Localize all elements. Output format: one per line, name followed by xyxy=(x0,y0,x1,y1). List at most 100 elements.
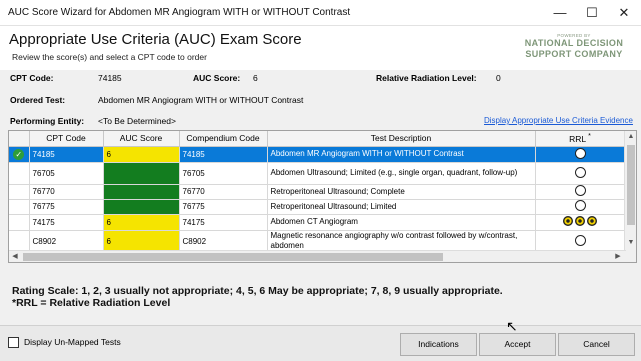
rrl-cell xyxy=(535,146,626,163)
cpt-code-cell: 76705 xyxy=(29,162,104,185)
selector-header xyxy=(9,131,30,147)
rrl-zero-icon xyxy=(574,147,586,159)
rrl-cell xyxy=(535,162,626,185)
logo-line2: SUPPORT COMPANY xyxy=(525,49,623,59)
vertical-scrollbar[interactable]: ▲ ▼ xyxy=(624,131,636,262)
column-header-auc-score[interactable]: AUC Score xyxy=(103,131,180,147)
rrl-label: Relative Radiation Level: xyxy=(376,73,477,83)
row-selector[interactable] xyxy=(9,199,30,215)
rrl-zero-icon xyxy=(574,234,586,246)
maximize-button[interactable]: ☐ xyxy=(576,0,608,26)
scroll-up-icon[interactable]: ▲ xyxy=(625,131,636,143)
compendium-code-cell: 76705 xyxy=(179,162,268,185)
cpt-code-cell: 74185 xyxy=(29,146,104,163)
column-header-description[interactable]: Test Description xyxy=(267,131,536,147)
indications-button[interactable]: Indications xyxy=(400,333,477,356)
table-row[interactable]: 74175 6 74175 Abdomen CT Angiogram xyxy=(9,214,626,231)
selected-check-icon: ✓ xyxy=(13,148,25,160)
column-header-rrl[interactable]: RRL * xyxy=(535,131,626,147)
row-selector[interactable] xyxy=(9,230,30,253)
scroll-right-icon[interactable]: ▶ xyxy=(612,251,624,262)
horizontal-scroll-thumb[interactable] xyxy=(23,253,443,261)
scroll-down-icon[interactable]: ▼ xyxy=(625,237,636,249)
compendium-code-cell: 74175 xyxy=(179,214,268,231)
rrl-value: 0 xyxy=(496,73,501,83)
rrl-cell xyxy=(535,214,626,231)
rrl-definition-text: *RRL = Relative Radiation Level xyxy=(12,297,171,309)
rrl-cell xyxy=(535,199,626,215)
rrl-cell xyxy=(535,184,626,200)
row-selector[interactable] xyxy=(9,162,30,185)
description-cell: Retroperitoneal Ultrasound; Limited xyxy=(267,199,536,215)
performing-entity-label: Performing Entity: xyxy=(10,116,85,126)
ordered-test-label: Ordered Test: xyxy=(10,95,66,105)
table-row[interactable]: ✓ 74185 6 74185 Abdomen MR Angiogram WITH or… xyxy=(9,146,626,163)
window-title: AUC Score Wizard for Abdomen MR Angiogra… xyxy=(8,7,351,18)
auc-score-label: AUC Score: xyxy=(193,73,241,83)
title-bar: AUC Score Wizard for Abdomen MR Angiogra… xyxy=(0,0,641,26)
close-button[interactable]: ✕ xyxy=(608,0,640,26)
rrl-cell xyxy=(535,230,626,253)
cpt-code-value: 74185 xyxy=(98,73,122,83)
description-cell: Abdomen MR Angiogram WITH or WITHOUT Con… xyxy=(267,146,536,163)
radiation-icon xyxy=(587,216,597,226)
row-selector[interactable] xyxy=(9,214,30,231)
cpt-code-cell: 74175 xyxy=(29,214,104,231)
header: Appropriate Use Criteria (AUC) Exam Scor… xyxy=(0,26,641,70)
page-subtitle: Review the score(s) and select a CPT cod… xyxy=(12,52,207,62)
table-row[interactable]: 76770 76770 Retroperitoneal Ultrasound; Co… xyxy=(9,184,626,200)
page-title: Appropriate Use Criteria (AUC) Exam Scor… xyxy=(9,31,302,48)
accept-button[interactable]: Accept xyxy=(479,333,556,356)
row-selector[interactable] xyxy=(9,184,30,200)
auc-score-cell: 6 xyxy=(103,214,180,231)
rating-scale-text: Rating Scale: 1, 2, 3 usually not approp… xyxy=(12,285,503,297)
cpt-code-cell: C8902 xyxy=(29,230,104,253)
footer: Display Un-Mapped Tests Indications Acce… xyxy=(0,325,641,361)
auc-score-cell xyxy=(103,184,180,200)
row-selector[interactable]: ✓ xyxy=(9,146,30,163)
rrl-zero-icon xyxy=(574,185,586,196)
rrl-zero-icon xyxy=(574,200,586,211)
minimize-button[interactable]: — xyxy=(544,0,576,26)
table-row[interactable]: 76775 76775 Retroperitoneal Ultrasound; Li… xyxy=(9,199,626,215)
description-cell: Retroperitoneal Ultrasound; Complete xyxy=(267,184,536,200)
auc-score-cell xyxy=(103,162,180,185)
compendium-code-cell: 76770 xyxy=(179,184,268,200)
logo-line1: NATIONAL DECISION xyxy=(524,38,624,48)
rrl-zero-icon xyxy=(574,166,586,178)
rrl-footnote-marker: * xyxy=(588,132,591,141)
horizontal-scrollbar[interactable]: ◀ ▶ xyxy=(9,250,626,262)
cpt-code-label: CPT Code: xyxy=(10,73,54,83)
display-unmapped-label[interactable]: Display Un-Mapped Tests xyxy=(24,337,121,347)
column-header-compendium[interactable]: Compendium Code xyxy=(179,131,268,147)
compendium-code-cell: 74185 xyxy=(179,146,268,163)
auc-score-value: 6 xyxy=(253,73,258,83)
auc-score-cell: 6 xyxy=(103,230,180,253)
cpt-grid[interactable]: CPT Code AUC Score Compendium Code Test … xyxy=(8,130,637,263)
auc-evidence-link[interactable]: Display Appropriate Use Criteria Evidenc… xyxy=(484,116,633,125)
radiation-icon xyxy=(575,216,585,226)
vertical-scroll-thumb[interactable] xyxy=(627,145,635,225)
auc-score-cell: 6 xyxy=(103,146,180,163)
table-header-row: CPT Code AUC Score Compendium Code Test … xyxy=(9,131,626,147)
compendium-code-cell: C8902 xyxy=(179,230,268,253)
auc-score-cell xyxy=(103,199,180,215)
cpt-code-cell: 76775 xyxy=(29,199,104,215)
description-cell: Magnetic resonance angiography w/o contr… xyxy=(267,230,536,253)
mouse-cursor-icon: ↖ xyxy=(506,318,518,334)
cpt-code-cell: 76770 xyxy=(29,184,104,200)
radiation-icon xyxy=(563,216,573,226)
ordered-test-value: Abdomen MR Angiogram WITH or WITHOUT Con… xyxy=(98,95,304,105)
table-row[interactable]: 76705 76705 Abdomen Ultrasound; Limited (e… xyxy=(9,162,626,185)
display-unmapped-checkbox[interactable] xyxy=(8,337,19,348)
cpt-table: CPT Code AUC Score Compendium Code Test … xyxy=(9,131,626,262)
performing-entity-value: <To Be Determined> xyxy=(98,116,176,126)
compendium-code-cell: 76775 xyxy=(179,199,268,215)
column-header-cpt[interactable]: CPT Code xyxy=(29,131,104,147)
scroll-left-icon[interactable]: ◀ xyxy=(9,251,21,262)
description-cell: Abdomen CT Angiogram xyxy=(267,214,536,231)
nds-logo: POWERED BY NATIONAL DECISION SUPPORT COM… xyxy=(519,33,629,60)
table-row[interactable]: C8902 6 C8902 Magnetic resonance angiograph… xyxy=(9,230,626,253)
cancel-button[interactable]: Cancel xyxy=(558,333,635,356)
description-cell: Abdomen Ultrasound; Limited (e.g., singl… xyxy=(267,162,536,185)
